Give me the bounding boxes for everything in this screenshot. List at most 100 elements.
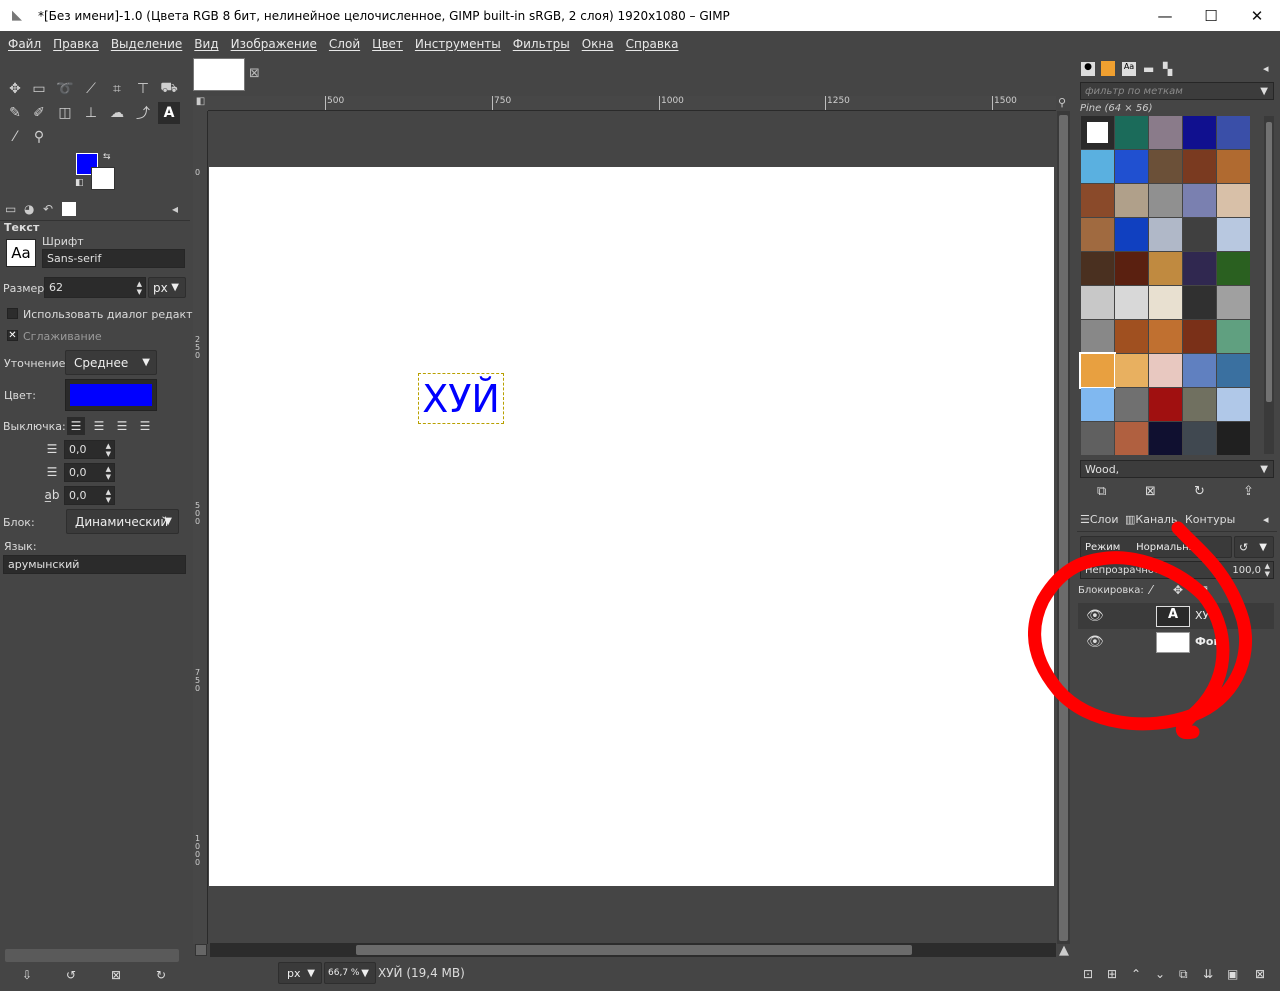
pattern-swatch[interactable] xyxy=(1149,320,1182,353)
use-editor-checkbox[interactable] xyxy=(7,308,18,319)
layer-mode-select[interactable]: Режим Нормальный xyxy=(1080,536,1232,558)
hinting-select[interactable]: Среднее ▼ xyxy=(65,350,157,375)
pattern-swatch[interactable] xyxy=(1217,218,1250,251)
pattern-swatch[interactable] xyxy=(1115,354,1148,387)
menu-help[interactable]: Справка xyxy=(626,37,679,51)
pattern-swatch[interactable] xyxy=(1217,422,1250,455)
pattern-swatch[interactable] xyxy=(1149,286,1182,319)
zoom-select[interactable]: 66,7 % ▼ xyxy=(324,962,376,984)
pattern-swatch[interactable] xyxy=(1115,388,1148,421)
justify-fill-icon[interactable]: ☰ xyxy=(136,417,154,435)
opacity-spin-icon[interactable]: ▲ ▼ xyxy=(1265,562,1270,578)
reset-options-icon[interactable]: ↻ xyxy=(156,968,166,982)
pattern-swatch[interactable] xyxy=(1081,184,1114,217)
new-layer-icon[interactable]: ⊞ xyxy=(1107,967,1117,981)
scrollbar-thumb[interactable] xyxy=(1266,122,1272,402)
navigation-arrow-icon[interactable]: ▲ xyxy=(1059,943,1069,958)
pattern-swatch[interactable] xyxy=(1115,422,1148,455)
lower-layer-icon[interactable]: ⌄ xyxy=(1155,967,1165,981)
open-pattern-icon[interactable]: ⇪ xyxy=(1243,484,1254,499)
rect-select-tool-icon[interactable]: ▭ xyxy=(28,78,50,100)
pattern-swatch[interactable] xyxy=(1183,286,1216,319)
pattern-swatch[interactable] xyxy=(1183,150,1216,183)
mode-reset-button[interactable]: ↺ ▼ xyxy=(1234,536,1274,558)
antialias-checkbox[interactable]: ✕ xyxy=(7,330,18,341)
pattern-swatch[interactable] xyxy=(1081,388,1114,421)
pattern-swatch[interactable] xyxy=(1081,116,1114,149)
close-tab-icon[interactable]: ⊠ xyxy=(249,66,260,81)
font-input[interactable]: Sans-serif xyxy=(42,249,185,268)
navigate-icon[interactable] xyxy=(195,944,207,956)
pattern-swatch[interactable] xyxy=(1183,218,1216,251)
transform-tool-icon[interactable]: ⊤ xyxy=(132,78,154,100)
layer-mask-icon[interactable]: ▣ xyxy=(1227,967,1238,981)
menu-tools[interactable]: Инструменты xyxy=(415,37,501,51)
indent-input[interactable]: 0,0 ▲ ▼ xyxy=(64,440,115,459)
unit-select[interactable]: px ▼ xyxy=(278,962,322,984)
pattern-swatch[interactable] xyxy=(1217,252,1250,285)
letter-spacing-spin-icon[interactable]: ▲ ▼ xyxy=(106,488,111,504)
paths-tab[interactable]: Контуры xyxy=(1185,513,1235,526)
pattern-to-image-icon[interactable]: ⧉ xyxy=(1097,484,1106,499)
size-input[interactable]: 62 ▲ ▼ xyxy=(44,277,146,298)
vertical-ruler[interactable]: 0 250 500 750 1000 xyxy=(193,111,208,944)
templates-tab-icon[interactable]: ▚ xyxy=(1163,62,1172,76)
box-select[interactable]: Динамический ▼ xyxy=(66,509,179,534)
duplicate-layer-icon[interactable]: ⧉ xyxy=(1179,967,1188,982)
pattern-swatch[interactable] xyxy=(1115,320,1148,353)
delete-options-icon[interactable]: ⊠ xyxy=(111,968,121,982)
zoom-on-resize-icon[interactable]: ⚲ xyxy=(1058,96,1070,111)
image-canvas[interactable] xyxy=(209,167,1054,886)
bucket-fill-tool-icon[interactable]: ⛟ xyxy=(158,78,180,100)
pattern-swatch[interactable] xyxy=(1081,320,1114,353)
document-history-tab-icon[interactable]: ▬ xyxy=(1143,62,1154,76)
size-spin-icon[interactable]: ▲ ▼ xyxy=(137,280,142,296)
menu-image[interactable]: Изображение xyxy=(231,37,317,51)
lock-position-icon[interactable]: ✥ xyxy=(1173,583,1183,597)
horizontal-ruler[interactable]: 500 750 1000 1250 1500 xyxy=(208,96,1056,111)
scrollbar-thumb[interactable] xyxy=(1059,115,1068,941)
lock-alpha-icon[interactable]: ▩ xyxy=(1197,583,1208,597)
tool-options-scrollbar[interactable] xyxy=(5,949,179,962)
text-layer-box[interactable]: ХУЙ xyxy=(418,373,504,424)
pattern-swatch[interactable] xyxy=(1149,422,1182,455)
pattern-swatch[interactable] xyxy=(1081,252,1114,285)
language-input[interactable]: арумынский xyxy=(3,555,186,574)
menu-layer[interactable]: Слой xyxy=(329,37,360,51)
justify-left-icon[interactable]: ☰ xyxy=(67,417,85,435)
pattern-swatch[interactable] xyxy=(1149,218,1182,251)
pattern-swatch[interactable] xyxy=(1115,184,1148,217)
layer-row-text[interactable]: 👁 A ХУЙ xyxy=(1078,603,1274,629)
refresh-patterns-icon[interactable]: ↻ xyxy=(1194,484,1205,499)
merge-layer-icon[interactable]: ⇊ xyxy=(1203,967,1213,981)
background-color-swatch[interactable] xyxy=(91,167,115,190)
panel-menu-icon[interactable]: ◂ xyxy=(1263,62,1269,75)
pattern-swatch[interactable] xyxy=(1081,286,1114,319)
eraser-tool-icon[interactable]: ◫ xyxy=(54,102,76,124)
maximize-button[interactable]: ☐ xyxy=(1188,0,1234,31)
lasso-tool-icon[interactable]: ➰ xyxy=(54,78,76,100)
panel-menu-icon[interactable]: ◂ xyxy=(1263,513,1269,526)
pattern-swatch[interactable] xyxy=(1149,354,1182,387)
pattern-swatch[interactable] xyxy=(1217,286,1250,319)
text-color-button[interactable] xyxy=(65,379,157,411)
menu-filters[interactable]: Фильтры xyxy=(513,37,570,51)
fuzzy-select-tool-icon[interactable]: ⟋ xyxy=(80,78,102,100)
pattern-swatch[interactable] xyxy=(1149,150,1182,183)
pattern-swatch[interactable] xyxy=(1183,354,1216,387)
pattern-scrollbar[interactable] xyxy=(1264,116,1274,454)
undo-history-tab-icon[interactable]: ↶ xyxy=(43,202,53,216)
pattern-swatch[interactable] xyxy=(1081,422,1114,455)
color-picker-tool-icon[interactable]: ⁄ xyxy=(4,126,26,148)
minimize-button[interactable]: — xyxy=(1142,0,1188,31)
pattern-swatch[interactable] xyxy=(1183,252,1216,285)
pattern-swatch[interactable] xyxy=(1115,286,1148,319)
line-spacing-input[interactable]: 0,0 ▲ ▼ xyxy=(64,463,115,482)
justify-right-icon[interactable]: ☰ xyxy=(90,417,108,435)
smudge-tool-icon[interactable]: ☁ xyxy=(106,102,128,124)
text-tool-icon[interactable]: A xyxy=(158,102,180,124)
paintbrush-tool-icon[interactable]: ✎ xyxy=(4,102,26,124)
pattern-swatch[interactable] xyxy=(1081,150,1114,183)
opacity-input[interactable]: Непрозрачность 100,0 ▲ ▼ xyxy=(1080,561,1274,579)
pattern-swatch[interactable] xyxy=(1183,184,1216,217)
